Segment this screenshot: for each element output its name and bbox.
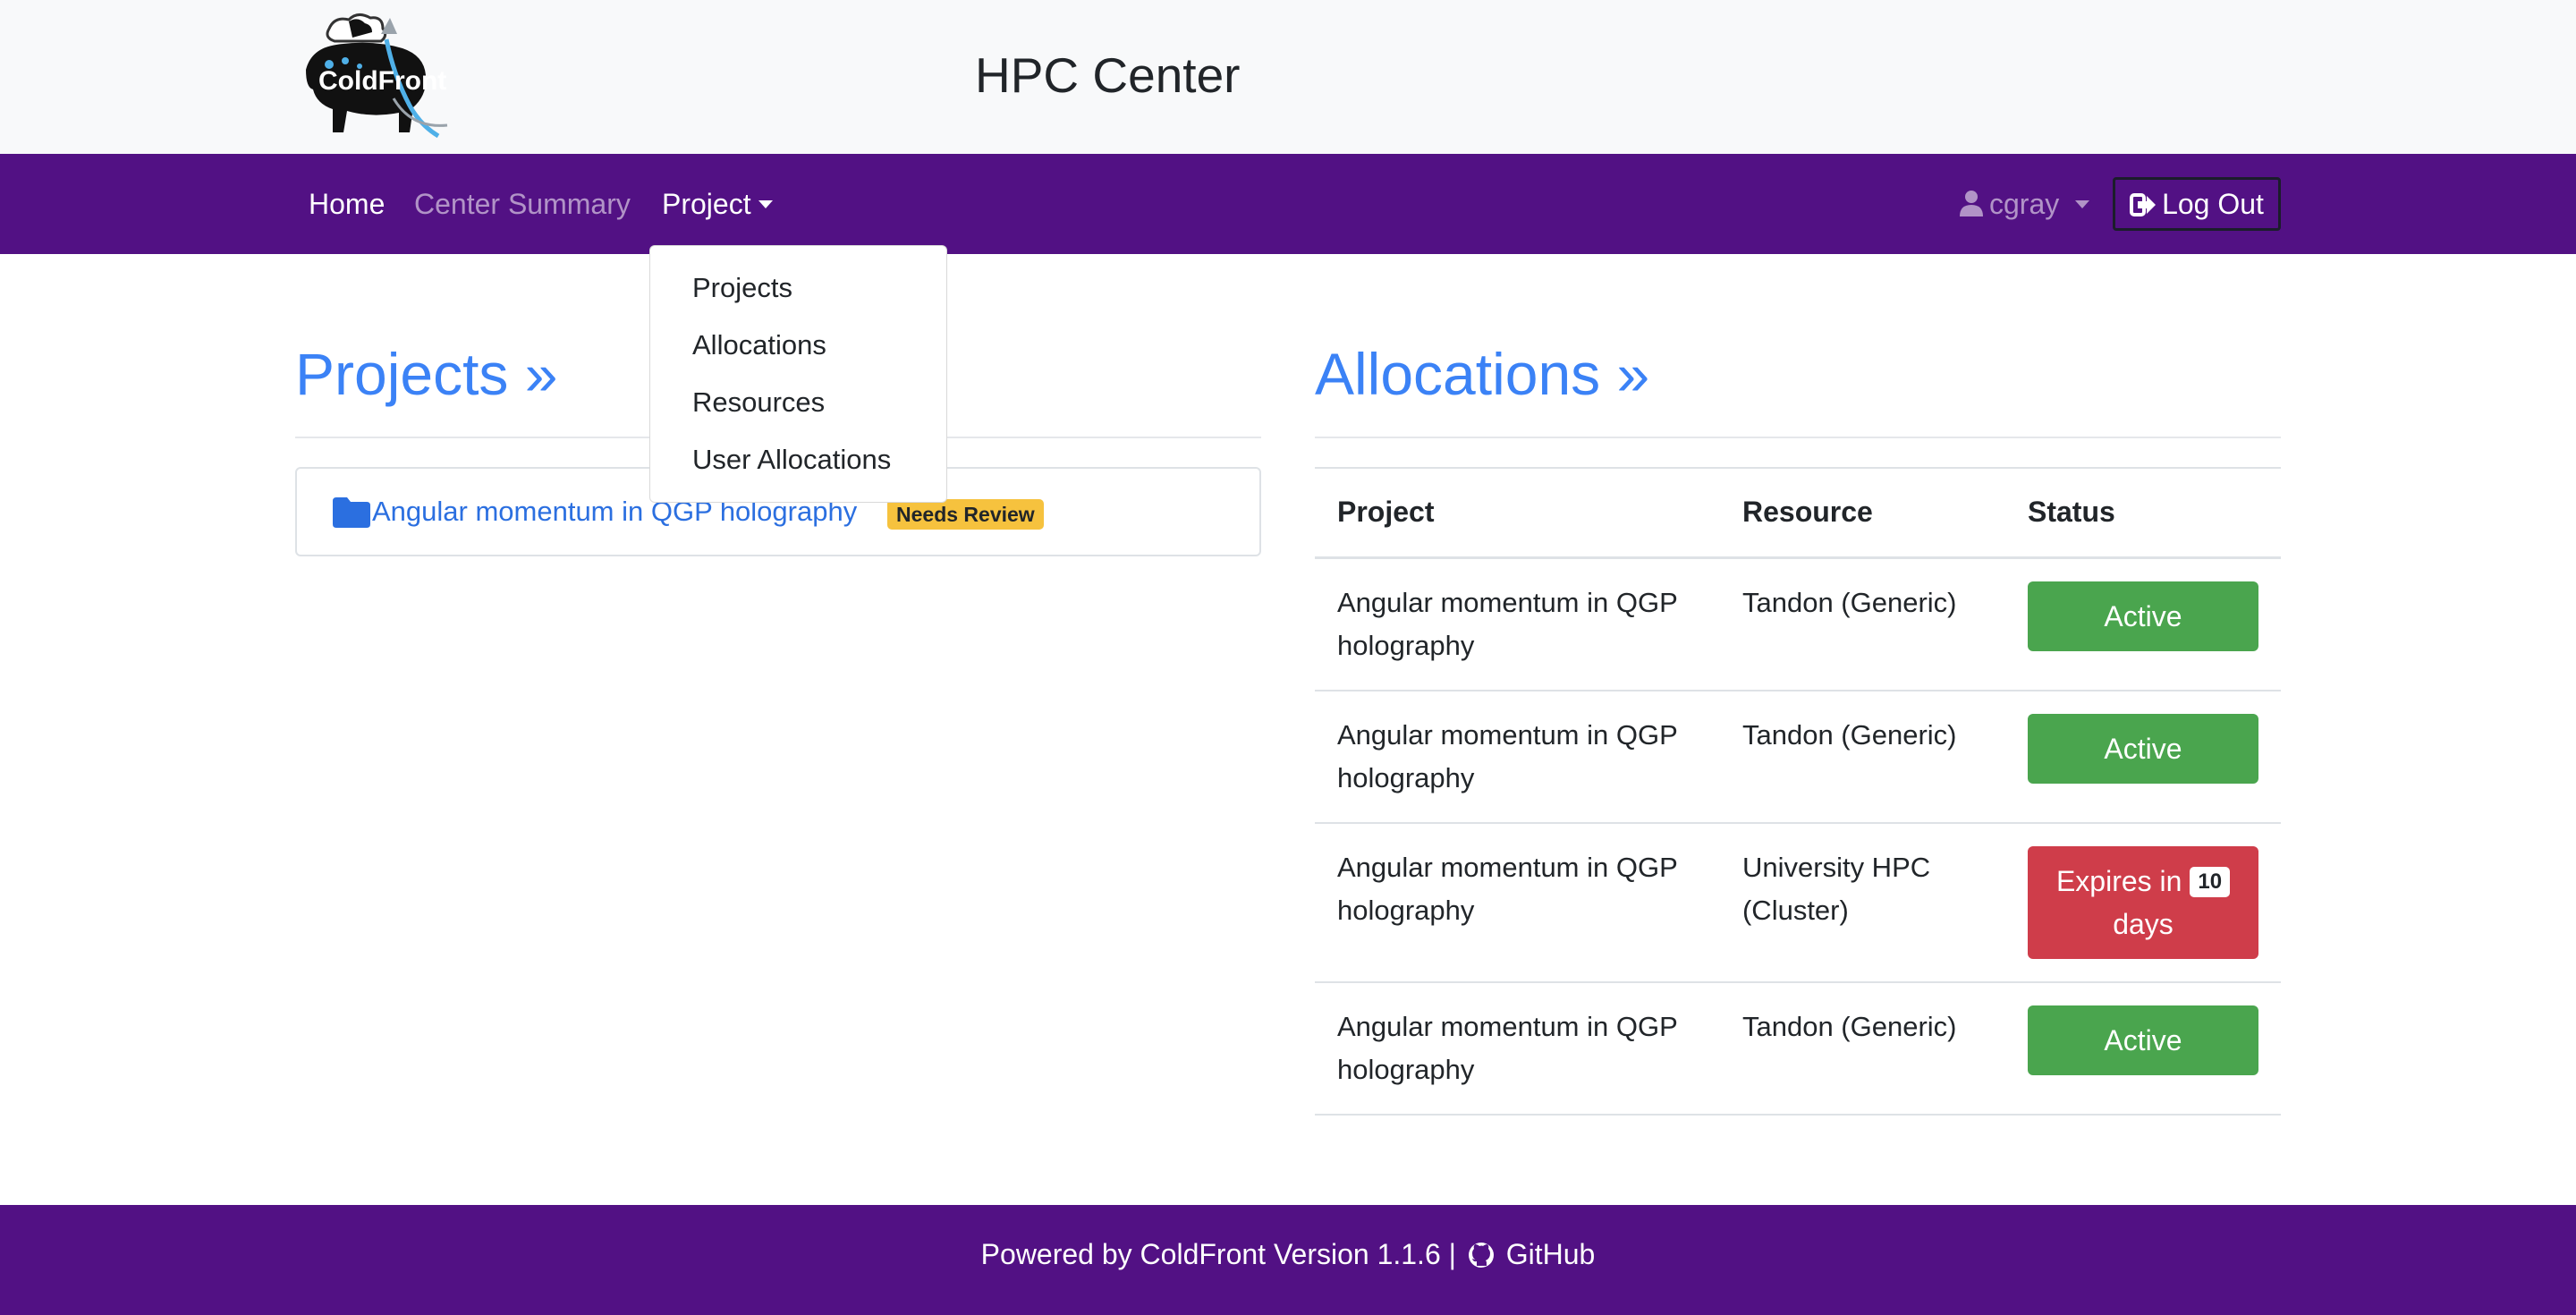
github-icon xyxy=(1468,1243,1494,1268)
logout-button[interactable]: Log Out xyxy=(2113,177,2281,231)
allocations-heading-link[interactable]: Allocations » xyxy=(1315,340,1649,408)
user-icon xyxy=(1960,191,1983,216)
allocation-project-cell: Angular momentum in QGP holography xyxy=(1315,822,1720,983)
expires-prefix: Expires in xyxy=(2055,864,2182,897)
allocation-resource-cell: Tandon (Generic) xyxy=(1719,557,2005,691)
sign-out-icon xyxy=(2130,193,2157,216)
allocation-resource-cell: Tandon (Generic) xyxy=(1719,981,2005,1116)
allocations-table: Project Resource Status Angular momentum… xyxy=(1315,467,2281,1116)
dropdown-item-resources[interactable]: Resources xyxy=(650,382,946,439)
logo-wordmark: ColdFront xyxy=(318,66,446,96)
site-header: ColdFront HPC Center xyxy=(0,0,2576,154)
dropdown-item-projects[interactable]: Projects xyxy=(650,267,946,325)
allocation-status-cell: Expires in 10 days xyxy=(2005,822,2281,983)
footer-github-link[interactable]: GitHub xyxy=(1506,1238,1596,1270)
allocation-resource-cell: Tandon (Generic) xyxy=(1719,690,2005,824)
column-header-status: Status xyxy=(2005,467,2281,559)
username-label: cgray xyxy=(1989,188,2060,220)
allocation-status-cell: Active xyxy=(2005,690,2281,824)
allocation-resource-cell: University HPC (Cluster) xyxy=(1719,822,2005,983)
allocation-status-cell: Active xyxy=(2005,557,2281,691)
dropdown-item-user-allocations[interactable]: User Allocations xyxy=(650,439,946,496)
coldfront-logo[interactable]: ColdFront xyxy=(293,9,458,145)
folder-icon xyxy=(333,497,370,528)
allocation-project-cell: Angular momentum in QGP holography xyxy=(1315,557,1720,691)
site-title: HPC Center xyxy=(975,47,1241,103)
table-header-row: Project Resource Status xyxy=(1315,467,2281,559)
table-row: Angular momentum in QGP holography Tando… xyxy=(1315,557,2281,691)
table-row: Angular momentum in QGP holography Tando… xyxy=(1315,981,2281,1116)
status-active-button[interactable]: Active xyxy=(2028,1005,2258,1075)
nav-project-dropdown-toggle[interactable]: Project xyxy=(662,188,773,220)
allocation-project-cell: Angular momentum in QGP holography xyxy=(1315,981,1720,1116)
project-dropdown-menu: Projects Allocations Resources User Allo… xyxy=(649,245,947,503)
main-navbar: Home Center Summary Project cgray Log Ou… xyxy=(0,154,2576,254)
column-header-resource: Resource xyxy=(1719,467,2005,559)
logout-label: Log Out xyxy=(2162,188,2264,220)
footer-powered-by: Powered by ColdFront Version 1.1.6 | xyxy=(980,1238,1456,1270)
expires-suffix: days xyxy=(2113,907,2174,940)
nav-project-label: Project xyxy=(662,188,751,220)
user-menu-toggle[interactable]: cgray xyxy=(1959,188,2090,220)
chevron-down-icon xyxy=(2075,200,2090,208)
projects-heading-link[interactable]: Projects » xyxy=(295,340,557,408)
allocation-status-cell: Active xyxy=(2005,981,2281,1116)
nav-center-summary-link[interactable]: Center Summary xyxy=(414,188,631,220)
nav-home-link[interactable]: Home xyxy=(309,188,385,220)
divider xyxy=(1315,437,2281,438)
column-header-project: Project xyxy=(1315,467,1720,559)
days-remaining-badge: 10 xyxy=(2190,866,2231,897)
needs-review-badge: Needs Review xyxy=(887,499,1044,530)
table-row: Angular momentum in QGP holography Tando… xyxy=(1315,690,2281,824)
dropdown-item-allocations[interactable]: Allocations xyxy=(650,325,946,382)
status-active-button[interactable]: Active xyxy=(2028,581,2258,651)
table-row: Angular momentum in QGP holography Unive… xyxy=(1315,822,2281,983)
status-expiring-button[interactable]: Expires in 10 days xyxy=(2028,845,2258,959)
status-active-button[interactable]: Active xyxy=(2028,713,2258,784)
site-footer: Powered by ColdFront Version 1.1.6 | Git… xyxy=(0,1205,2576,1315)
chevron-down-icon xyxy=(758,200,773,208)
allocation-project-cell: Angular momentum in QGP holography xyxy=(1315,690,1720,824)
